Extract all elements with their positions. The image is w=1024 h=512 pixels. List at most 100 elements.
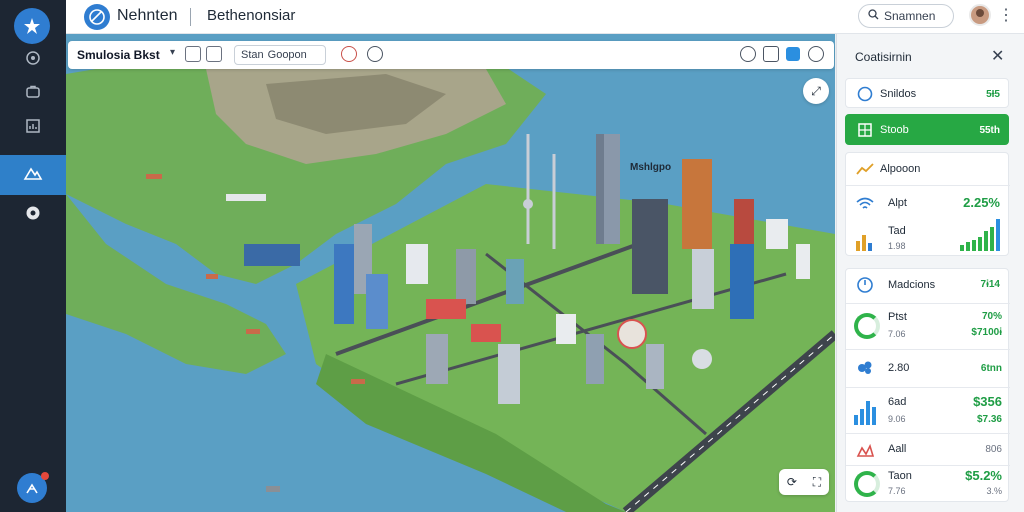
more-vertical-icon[interactable]: ⋮ — [998, 5, 1014, 25]
boat-5 — [266, 486, 280, 492]
alert-bar-chart — [960, 219, 1000, 251]
list-item[interactable]: 2.80 6tnn — [846, 351, 1010, 387]
tower-16 — [796, 244, 810, 279]
header-search[interactable]: Snamnen — [858, 4, 954, 28]
divider — [846, 303, 1010, 304]
top-header: Nehnten Bethenonsiar Snamnen ⋮ — [66, 0, 1024, 34]
compass-tool-icon[interactable] — [740, 46, 756, 62]
sidebar-item-chart[interactable] — [0, 108, 66, 148]
alert-card: Alpooon Alpt 2.25% Tad 1.98 — [845, 152, 1010, 256]
sidebar-item-terrain[interactable] — [0, 155, 66, 195]
header-search-label: Snamnen — [884, 9, 936, 23]
tower-6 — [692, 249, 714, 309]
terrain-icon — [23, 165, 43, 186]
stock-card[interactable]: Stoob 55th — [845, 114, 1009, 145]
row-sub-value: $7100ɨ — [971, 327, 1002, 338]
rotate-icon[interactable]: ⟳ — [787, 475, 797, 489]
sidebar-item-eye[interactable] — [0, 195, 66, 235]
list-item[interactable]: Aall 806 — [846, 435, 1010, 465]
map-search-value: Goopon — [267, 49, 307, 61]
user-icon[interactable] — [17, 472, 49, 503]
app-logo-icon[interactable] — [14, 8, 50, 44]
eye-icon — [25, 205, 41, 226]
row-label: 2.80 — [888, 362, 910, 374]
simulation-select[interactable]: Smulosia Bkst — [77, 48, 160, 62]
avatar[interactable] — [969, 4, 991, 26]
briefcase-icon — [25, 84, 41, 105]
globe-icon[interactable] — [84, 4, 110, 30]
stats-icon — [854, 83, 876, 105]
right-panel: Coatisirnin ✕ Snildos 5Ɨ5 Stoob 55th Alp… — [836, 34, 1024, 512]
tower-7 — [456, 249, 476, 304]
pin-icon[interactable] — [341, 46, 357, 62]
alert-sub-value: 1.98 — [888, 241, 906, 251]
red-roof-1 — [426, 299, 466, 319]
tower-9 — [334, 244, 354, 324]
row-value: $5.2% — [965, 468, 1002, 483]
bookmark-icon[interactable] — [786, 47, 800, 61]
alert-mini-chart — [856, 231, 872, 251]
row-sub: 9.06 — [888, 414, 906, 424]
fullscreen-icon[interactable]: ⛶ — [813, 475, 821, 490]
stats-card[interactable]: Snildos 5Ɨ5 — [845, 78, 1009, 108]
map-search-input[interactable]: Stan Goopon — [234, 45, 326, 65]
divider — [846, 185, 1010, 186]
cluster-icon — [854, 357, 876, 379]
boat-2 — [206, 274, 218, 279]
tower-15 — [646, 344, 664, 389]
search-icon — [868, 9, 879, 23]
city-platform — [296, 184, 835, 512]
tower-14 — [586, 334, 604, 384]
row-sub-value: 3.% — [986, 486, 1002, 496]
progress-ring-icon — [854, 471, 880, 497]
map-view[interactable] — [66, 34, 835, 512]
tower-8 — [506, 259, 524, 304]
grid-icon[interactable] — [206, 46, 222, 62]
models-label: Madcions — [888, 279, 936, 291]
tower-5 — [734, 199, 754, 244]
list-item[interactable]: Taon 7.76 $5.2% 3.% — [846, 467, 1010, 503]
app-subtitle: Bethenonsiar — [207, 7, 296, 24]
compass-icon — [25, 50, 41, 71]
close-icon[interactable]: ✕ — [991, 46, 1004, 66]
share-icon[interactable] — [763, 46, 779, 62]
list-item[interactable]: Ptst 7.06 70% $7100ɨ — [846, 305, 1010, 349]
ship-1 — [226, 194, 266, 201]
dome-building — [617, 319, 647, 349]
row-value: 70% — [981, 311, 1002, 322]
tower-12 — [426, 334, 448, 384]
spire-1-pod — [523, 199, 533, 209]
layers-icon[interactable] — [367, 46, 383, 62]
chevron-down-icon[interactable]: ▾ — [170, 47, 175, 58]
row-label: Taon — [888, 470, 912, 482]
bar-chart-icon — [854, 401, 876, 425]
row-value: $356 — [973, 394, 1002, 409]
wifi-icon — [854, 193, 876, 215]
tower-2 — [632, 199, 668, 294]
stock-label: Stoob — [880, 124, 909, 136]
row-value: 6tnn — [980, 363, 1002, 374]
list-item[interactable]: 6ad 9.06 $356 $7.36 — [846, 389, 1010, 433]
boat-1 — [146, 174, 162, 179]
info-icon[interactable] — [808, 46, 824, 62]
stadium — [692, 349, 712, 369]
divider — [846, 387, 1010, 388]
tower-1-shade — [596, 134, 604, 244]
models-card: Madcions 7ɨ14 Ptst 7.06 70% $7100ɨ 2.80 … — [845, 268, 1010, 503]
row-sub: 7.06 — [888, 329, 906, 339]
map-district-label: Mshlgpo — [630, 162, 672, 173]
square-icon[interactable] — [185, 46, 201, 62]
row-sub: 7.76 — [888, 486, 906, 496]
row-value: 806 — [985, 444, 1002, 455]
tower-11 — [366, 274, 388, 329]
building-3 — [766, 219, 788, 249]
app-title: Nehnten — [117, 7, 178, 24]
divider — [846, 465, 1010, 466]
expand-icon[interactable]: ⤢ — [803, 78, 829, 104]
chart-icon — [25, 118, 41, 139]
map-controls: ⟳ ⛶ — [779, 469, 829, 495]
red-roof-2 — [471, 324, 501, 342]
boat-4 — [351, 379, 365, 384]
header-divider — [190, 8, 191, 26]
tower-4 — [730, 244, 754, 319]
